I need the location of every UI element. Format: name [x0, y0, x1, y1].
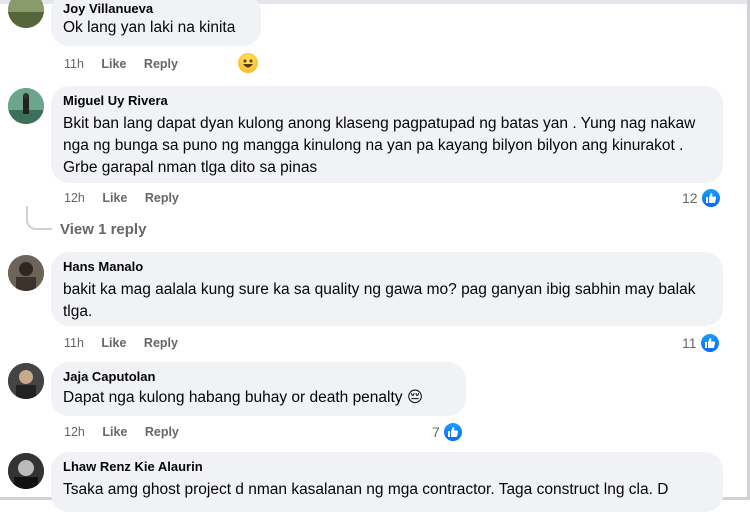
- reaction-count: 11: [682, 335, 697, 351]
- commenter-name[interactable]: Hans Manalo: [63, 258, 711, 275]
- comment-text: bakit ka mag aalala kung sure ka sa qual…: [63, 281, 696, 320]
- commenter-name[interactable]: Lhaw Renz Kie Alaurin: [63, 458, 711, 475]
- comment-text: Ok lang yan laki na kinita: [63, 19, 236, 36]
- avatar[interactable]: [8, 453, 44, 489]
- reaction-summary[interactable]: 11: [682, 332, 721, 354]
- reply-thread-line: [26, 206, 52, 230]
- avatar-photo: [8, 255, 44, 291]
- comment-time[interactable]: 12h: [64, 425, 85, 439]
- commenter-name[interactable]: Miguel Uy Rivera: [63, 92, 711, 109]
- comment-text: Bkit ban lang dapat dyan kulong anong kl…: [63, 115, 696, 176]
- avatar[interactable]: [8, 363, 44, 399]
- comment-bubble: Jaja Caputolan Dapat nga kulong habang b…: [51, 362, 466, 416]
- like-reaction-icon: [699, 187, 722, 209]
- avatar[interactable]: [8, 0, 44, 28]
- reply-button[interactable]: Reply: [144, 57, 178, 71]
- reaction-summary[interactable]: 7: [432, 421, 464, 443]
- avatar[interactable]: [8, 255, 44, 291]
- comment-actions: 12h Like Reply: [64, 425, 193, 439]
- comment-time[interactable]: 11h: [64, 336, 84, 350]
- like-button[interactable]: Like: [101, 57, 126, 71]
- comment-bubble: Hans Manalo bakit ka mag aalala kung sur…: [51, 252, 723, 326]
- avatar-photo: [8, 453, 44, 489]
- avatar-photo: [8, 88, 44, 124]
- reaction-count: 7: [432, 424, 440, 440]
- comment-text: Dapat nga kulong habang buhay or death p…: [63, 389, 424, 406]
- comment-actions: 11h Like Reply: [64, 336, 192, 350]
- comment-bubble: Lhaw Renz Kie Alaurin Tsaka amg ghost pr…: [51, 452, 723, 512]
- reaction-summary[interactable]: [238, 53, 258, 73]
- like-reaction-icon: [441, 421, 464, 443]
- like-button[interactable]: Like: [101, 336, 126, 350]
- comment-time[interactable]: 11h: [64, 57, 84, 71]
- comment-bubble: Miguel Uy Rivera Bkit ban lang dapat dya…: [51, 86, 723, 183]
- like-button[interactable]: Like: [102, 425, 127, 439]
- reaction-summary[interactable]: 12: [682, 187, 722, 209]
- comment-text: Tsaka amg ghost project d nman kasalanan…: [63, 481, 669, 498]
- avatar-photo: [8, 363, 44, 399]
- view-replies-link[interactable]: View 1 reply: [60, 221, 146, 238]
- comment-time[interactable]: 12h: [64, 191, 85, 205]
- reply-button[interactable]: Reply: [145, 191, 179, 205]
- reply-button[interactable]: Reply: [144, 336, 178, 350]
- like-reaction-icon: [698, 332, 721, 354]
- haha-emoji-icon: [238, 53, 258, 73]
- comment-actions: 11h Like Reply: [64, 57, 192, 71]
- reply-button[interactable]: Reply: [145, 425, 179, 439]
- avatar-photo: [8, 0, 44, 28]
- avatar[interactable]: [8, 88, 44, 124]
- comment-actions: 12h Like Reply: [64, 191, 193, 205]
- like-button[interactable]: Like: [102, 191, 127, 205]
- commenter-name[interactable]: Joy Villanueva: [63, 0, 249, 17]
- commenter-name[interactable]: Jaja Caputolan: [63, 368, 454, 385]
- reaction-count: 12: [682, 190, 698, 206]
- comment-bubble: Joy Villanueva Ok lang yan laki na kinit…: [51, 0, 261, 46]
